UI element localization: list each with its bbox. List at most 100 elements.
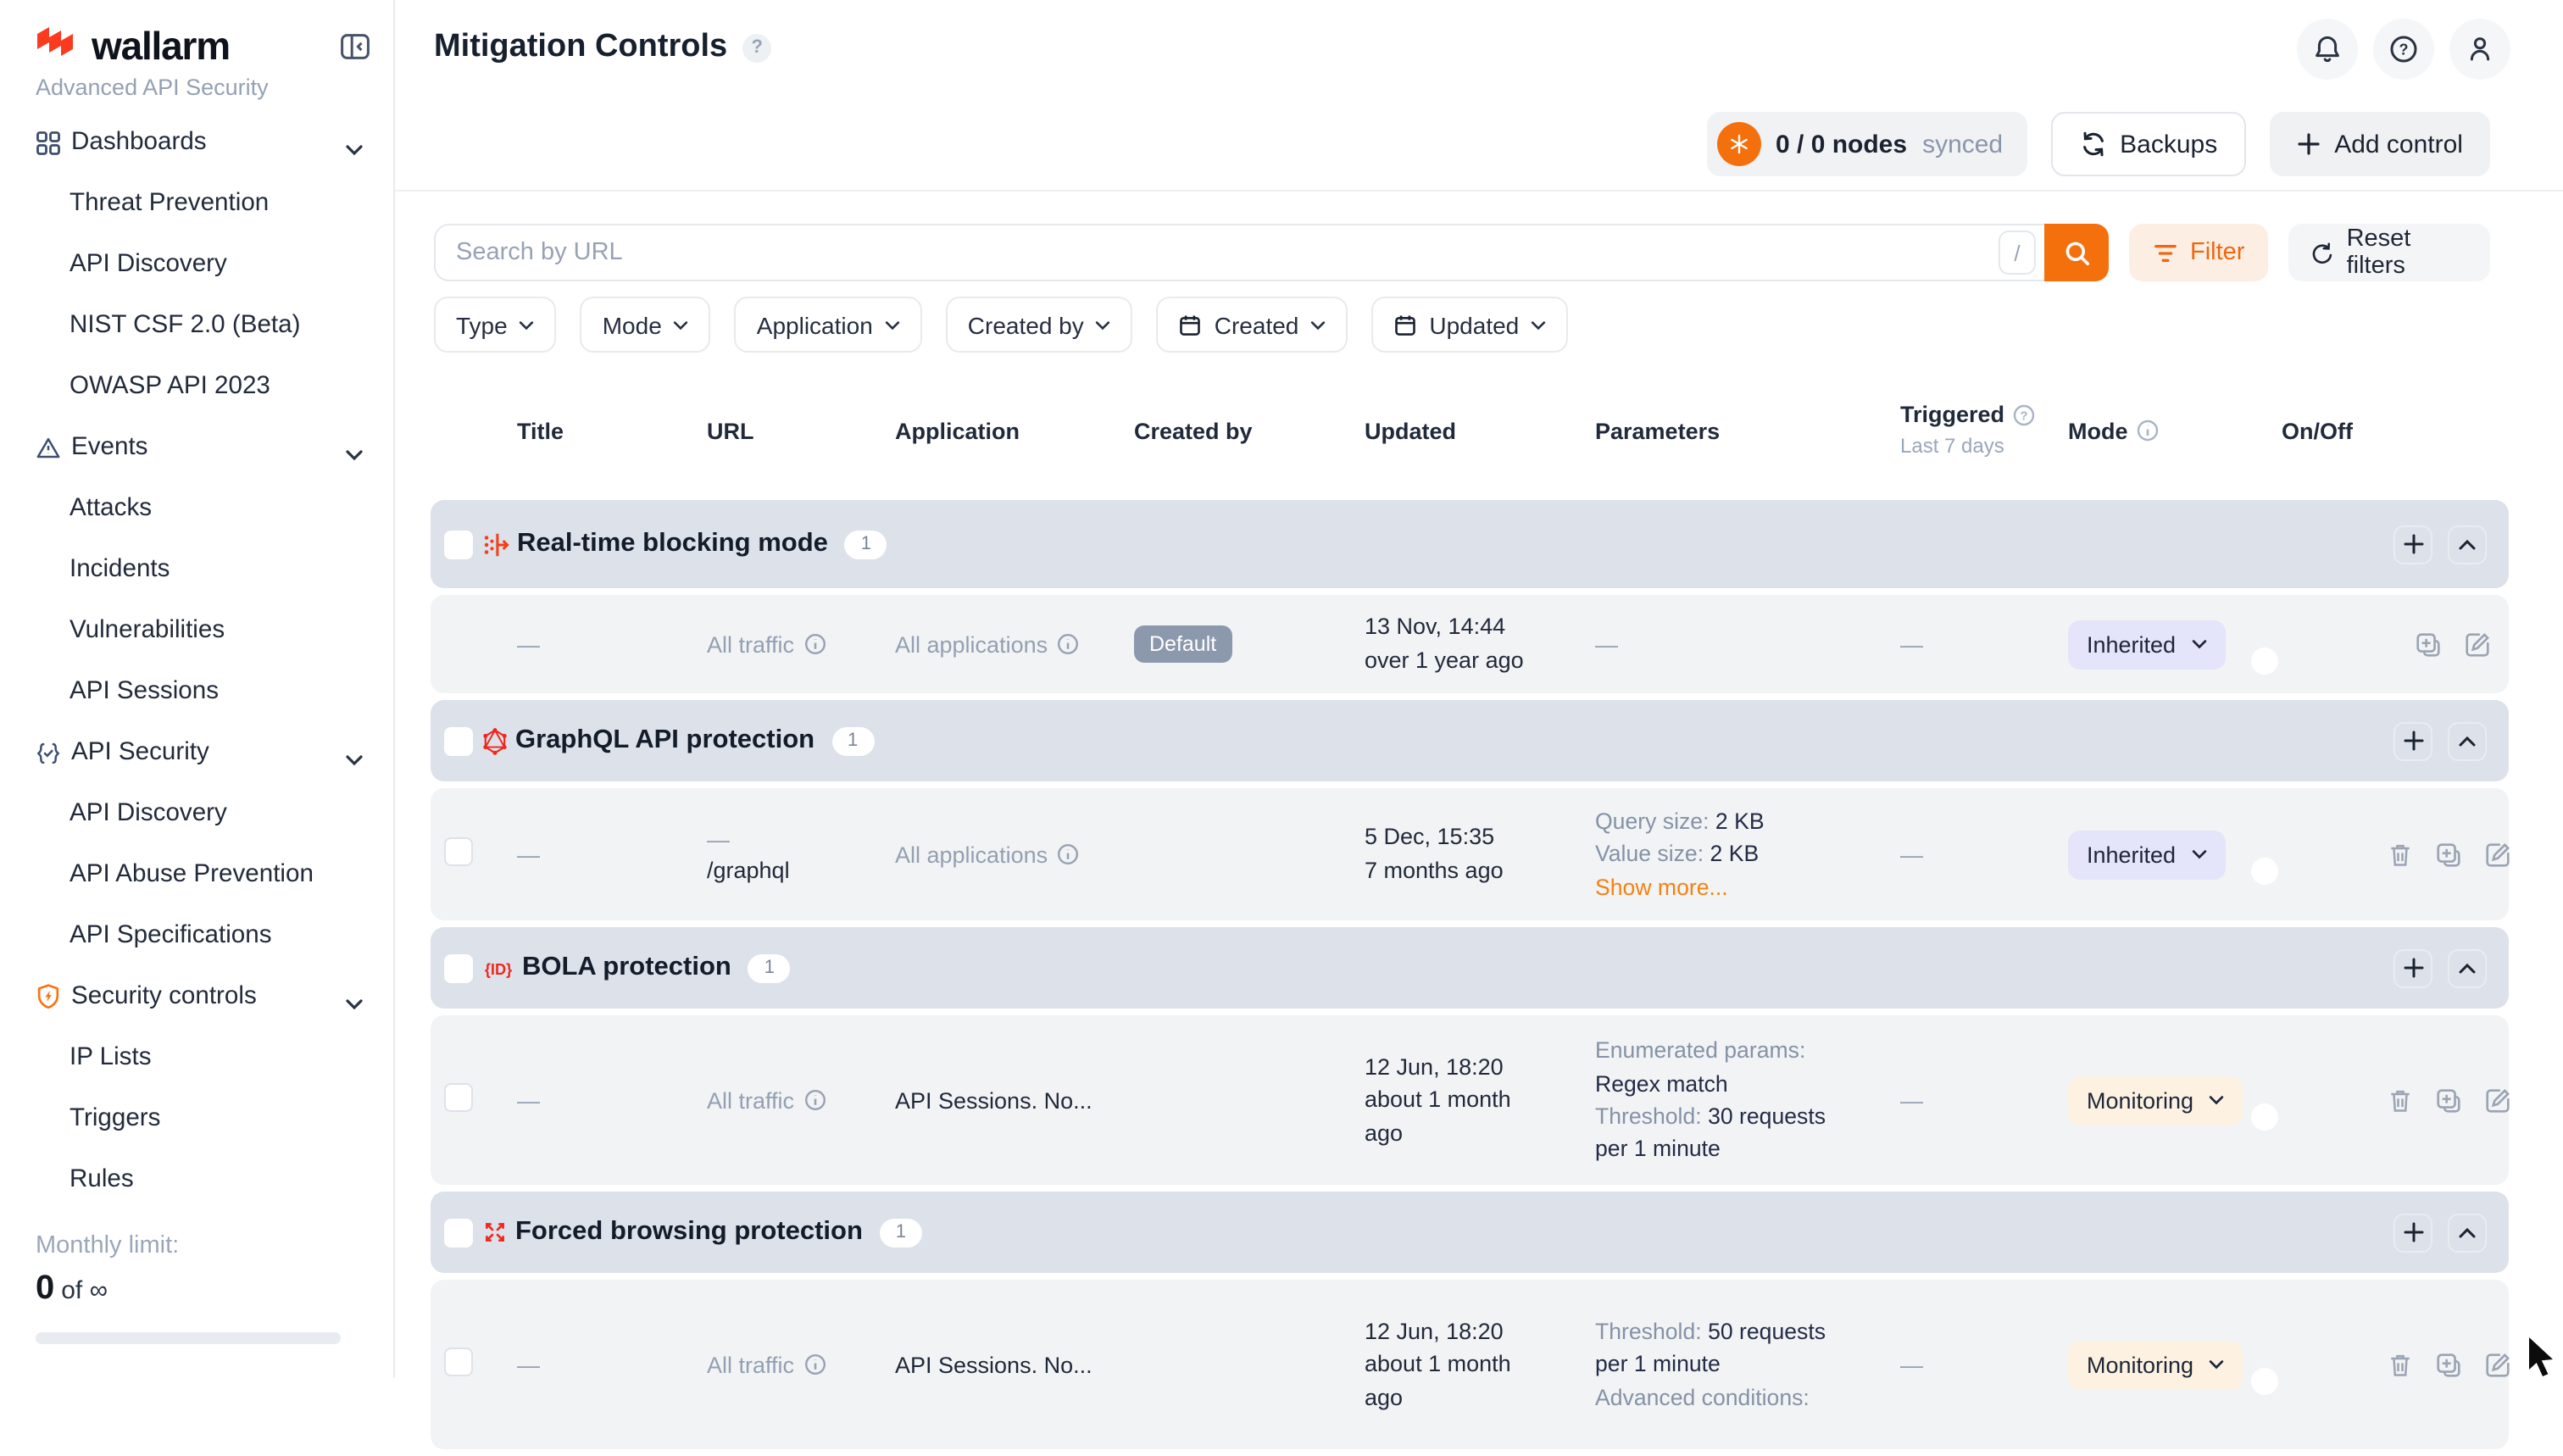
sidebar-item-dashboards[interactable]: Dashboards — [0, 112, 393, 173]
group-collapse-button[interactable] — [2448, 1213, 2487, 1252]
col-url: URL — [695, 418, 883, 443]
group-checkbox[interactable] — [444, 726, 473, 755]
mode-select[interactable]: Inherited — [2068, 830, 2225, 879]
filter-created-by-dropdown[interactable]: Created by — [946, 297, 1133, 353]
sync-icon — [2079, 131, 2106, 158]
row-url: All traffic — [695, 1087, 883, 1113]
filter-application-dropdown[interactable]: Application — [735, 297, 922, 353]
sidebar-item-incidents[interactable]: Incidents — [0, 539, 393, 600]
info-circle-icon[interactable] — [803, 1088, 826, 1112]
sidebar-item-triggers[interactable]: Triggers — [0, 1088, 393, 1149]
row-mode: Monitoring — [2056, 1075, 2270, 1125]
delete-icon[interactable] — [2387, 840, 2414, 869]
sidebar-item-api-abuse-prevention[interactable]: API Abuse Prevention — [0, 844, 393, 905]
mode-select[interactable]: Monitoring — [2068, 1340, 2243, 1389]
edit-icon[interactable] — [2483, 840, 2512, 869]
reset-filters-button[interactable]: Reset filters — [2288, 224, 2490, 281]
filter-button[interactable]: Filter — [2129, 224, 2268, 281]
info-circle-icon[interactable] — [2137, 419, 2160, 442]
sidebar-item-events[interactable]: Events — [0, 417, 393, 478]
brand-logo[interactable]: wallarm — [36, 24, 230, 69]
delete-icon[interactable] — [2387, 1350, 2414, 1379]
chevron-down-icon — [346, 746, 363, 773]
group-checkbox[interactable] — [444, 1218, 473, 1247]
sidebar-item-attacks[interactable]: Attacks — [0, 478, 393, 539]
braces-check-icon — [36, 740, 63, 765]
sidebar-item-security-controls[interactable]: Security controls — [0, 966, 393, 1027]
row-checkbox[interactable] — [444, 1348, 473, 1376]
sidebar-item-threat-prevention[interactable]: Threat Prevention — [0, 173, 393, 234]
sidebar-item-ip-lists[interactable]: IP Lists — [0, 1027, 393, 1088]
group-collapse-button[interactable] — [2448, 948, 2487, 987]
group-header-realtime-blocking: Real-time blocking mode 1 — [431, 500, 2509, 588]
default-badge: Default — [1134, 625, 1231, 663]
group-count-badge: 1 — [880, 1218, 922, 1247]
group-checkbox[interactable] — [444, 530, 473, 559]
question-circle-icon[interactable]: ? — [2011, 403, 2035, 427]
col-triggered: Triggered ? Last 7 days — [1888, 401, 2056, 460]
notifications-button[interactable] — [2297, 19, 2358, 80]
row-mode: Inherited — [2056, 620, 2270, 669]
group-add-button[interactable] — [2393, 525, 2432, 564]
nodes-synced-status[interactable]: 0 / 0 nodes synced — [1706, 112, 2026, 176]
sidebar-item-api-sessions[interactable]: API Sessions — [0, 661, 393, 722]
controls-table: Real-time blocking mode 1 — All traffic — [431, 500, 2509, 1456]
add-control-button[interactable]: Add control — [2270, 112, 2490, 176]
sidebar-item-vulnerabilities[interactable]: Vulnerabilities — [0, 600, 393, 661]
control-row-bola: — All traffic API Sessions. No... 12 Jun… — [431, 1015, 2509, 1185]
row-parameters: Query size: 2 KB Value size: 2 KB Show m… — [1583, 805, 1888, 903]
sidebar-item-api-discovery[interactable]: API Discovery — [0, 234, 393, 295]
duplicate-icon[interactable] — [2434, 1350, 2463, 1379]
mode-select[interactable]: Inherited — [2068, 620, 2225, 669]
user-button[interactable] — [2449, 19, 2510, 80]
duplicate-icon[interactable] — [2434, 1086, 2463, 1114]
row-title: — — [505, 842, 695, 867]
info-circle-icon[interactable] — [1056, 842, 1080, 866]
sidebar-item-owasp-api[interactable]: OWASP API 2023 — [0, 356, 393, 417]
sidebar-item-api-specifications[interactable]: API Specifications — [0, 905, 393, 966]
group-checkbox[interactable] — [444, 953, 473, 982]
edit-icon[interactable] — [2463, 630, 2492, 659]
search-input[interactable] — [436, 239, 1999, 266]
group-collapse-button[interactable] — [2448, 525, 2487, 564]
sidebar-item-nist-csf[interactable]: NIST CSF 2.0 (Beta) — [0, 295, 393, 356]
group-add-button[interactable] — [2393, 1213, 2432, 1252]
filter-type-dropdown[interactable]: Type — [434, 297, 557, 353]
info-circle-icon[interactable] — [1056, 632, 1080, 656]
filter-updated-dropdown[interactable]: Updated — [1371, 297, 1568, 353]
plus-icon — [2403, 534, 2423, 554]
title-help-icon[interactable]: ? — [742, 33, 771, 62]
calendar-icon — [1179, 313, 1203, 336]
sidebar-item-api-discovery-2[interactable]: API Discovery — [0, 783, 393, 844]
chevron-down-icon — [674, 320, 689, 330]
search-button[interactable] — [2044, 224, 2109, 281]
sidebar-item-rules[interactable]: Rules — [0, 1149, 393, 1210]
filter-created-dropdown[interactable]: Created — [1157, 297, 1348, 353]
mode-select[interactable]: Monitoring — [2068, 1075, 2243, 1125]
group-count-badge: 1 — [845, 530, 887, 559]
col-onoff: On/Off — [2270, 418, 2375, 443]
row-title: — — [505, 1087, 695, 1113]
monthly-limit-value: 0of ∞ — [36, 1270, 108, 1309]
info-circle-icon[interactable] — [803, 632, 826, 656]
edit-icon[interactable] — [2483, 1086, 2512, 1114]
filter-mode-dropdown[interactable]: Mode — [581, 297, 711, 353]
delete-icon[interactable] — [2387, 1086, 2414, 1114]
edit-icon[interactable] — [2483, 1350, 2512, 1379]
duplicate-icon[interactable] — [2414, 630, 2443, 659]
row-checkbox[interactable] — [444, 837, 473, 866]
wallarm-console: wallarm Advanced API Security Dashboards — [0, 0, 2563, 1378]
show-more-link[interactable]: Show more... — [1595, 874, 1728, 899]
help-button[interactable]: ? — [2373, 19, 2434, 80]
group-collapse-button[interactable] — [2448, 721, 2487, 760]
collapse-sidebar-icon[interactable] — [339, 31, 371, 63]
backups-button[interactable]: Backups — [2050, 112, 2246, 176]
col-updated: Updated — [1353, 418, 1583, 443]
info-circle-icon[interactable] — [803, 1353, 826, 1376]
group-add-button[interactable] — [2393, 948, 2432, 987]
group-title: GraphQL API protection — [515, 725, 814, 756]
row-checkbox[interactable] — [444, 1083, 473, 1112]
sidebar-item-api-security[interactable]: API Security — [0, 722, 393, 783]
group-add-button[interactable] — [2393, 721, 2432, 760]
duplicate-icon[interactable] — [2434, 840, 2463, 869]
